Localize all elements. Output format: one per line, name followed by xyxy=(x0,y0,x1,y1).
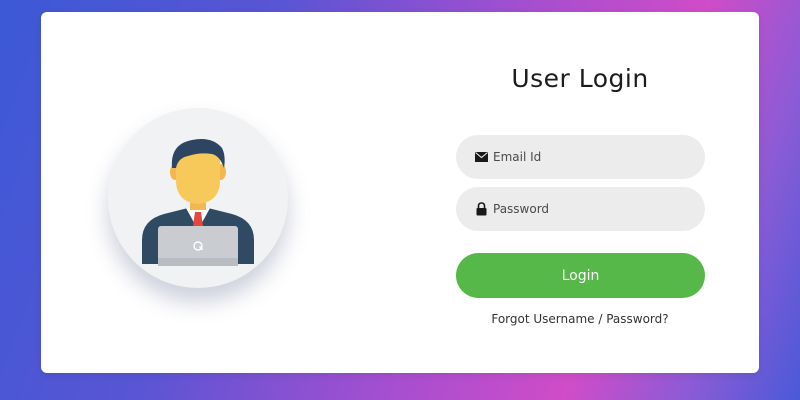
page-title: User Login xyxy=(511,64,649,93)
lock-icon xyxy=(473,201,489,217)
password-input[interactable] xyxy=(493,202,693,216)
forgot-credentials-link[interactable]: Forgot Username / Password? xyxy=(455,312,705,326)
envelope-icon xyxy=(473,149,489,165)
login-button[interactable]: Login xyxy=(456,253,705,298)
avatar xyxy=(108,108,288,288)
user-at-laptop-icon xyxy=(142,139,254,266)
password-field[interactable] xyxy=(456,187,705,231)
email-field[interactable] xyxy=(456,135,705,179)
login-card: User Login Login Forgot Username / Passw… xyxy=(41,12,759,373)
email-input[interactable] xyxy=(493,150,693,164)
